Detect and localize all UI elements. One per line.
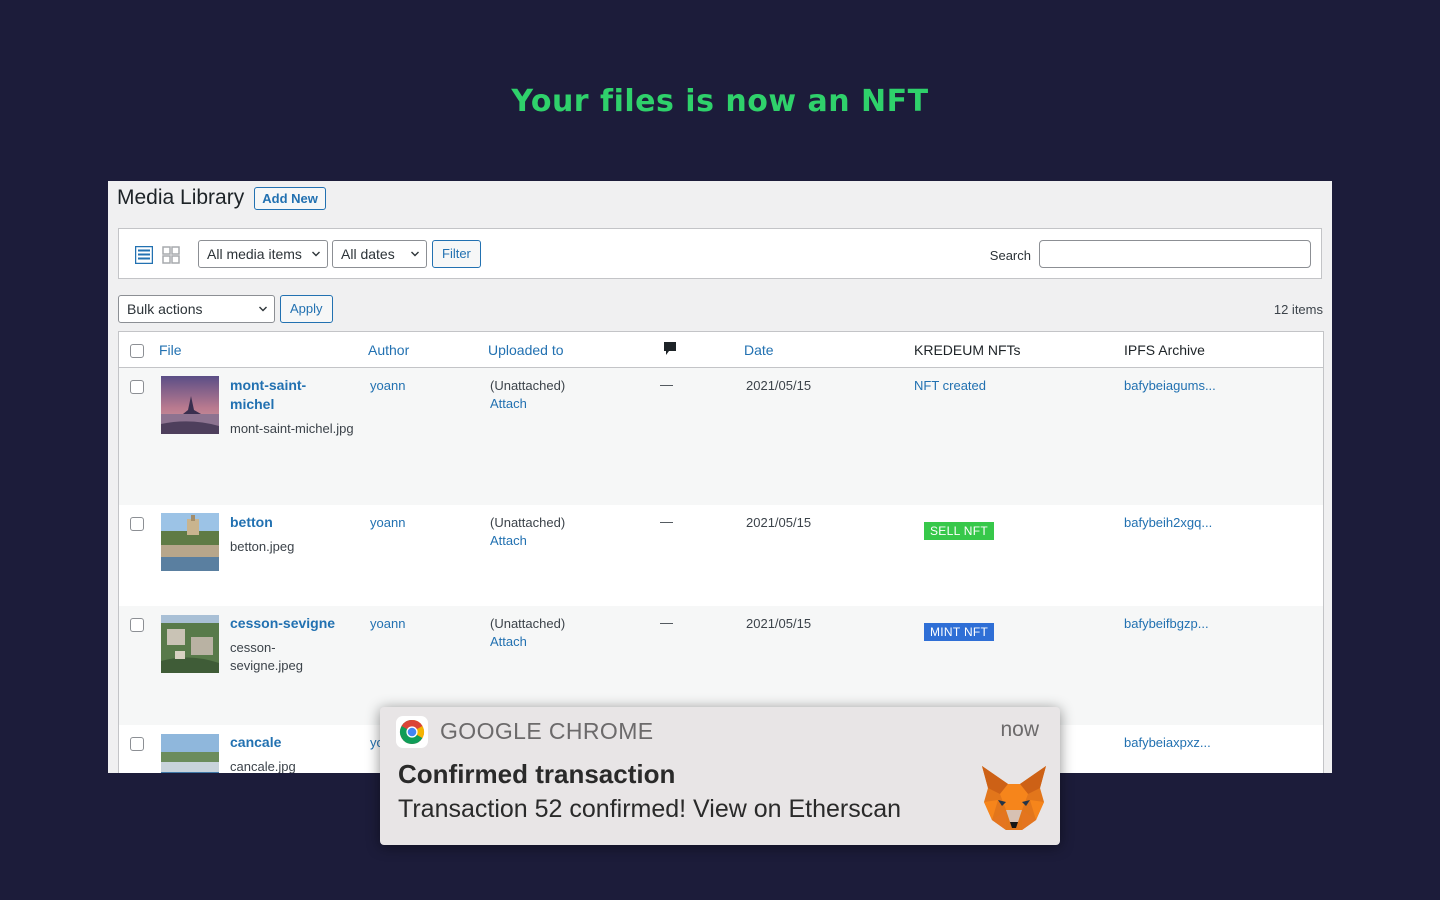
table-header: File Author Uploaded to Date KREDEUM NFT… [119, 332, 1323, 368]
ipfs-link[interactable]: bafybeih2xgq... [1124, 515, 1212, 530]
ipfs-link[interactable]: bafybeiaxpxz... [1124, 735, 1211, 750]
column-kredeum-nfts: KREDEUM NFTs [914, 342, 1021, 358]
comments-count: — [660, 377, 673, 392]
comments-count: — [660, 615, 673, 630]
chevron-down-icon [312, 251, 320, 257]
comment-icon[interactable] [663, 341, 677, 357]
author-link[interactable]: yoann [370, 616, 405, 631]
notification-body: Transaction 52 confirmed! View on Ethers… [398, 795, 902, 823]
nft-created-link[interactable]: NFT created [914, 378, 986, 393]
date-value: 2021/05/15 [746, 515, 812, 530]
notification-title: Confirmed transaction [398, 759, 676, 789]
column-date[interactable]: Date [744, 342, 774, 358]
file-name: mont-saint-michel.jpg [230, 421, 354, 436]
file-title[interactable]: mont-saint- [230, 376, 306, 395]
media-type-select[interactable]: All media items [198, 240, 328, 268]
column-file[interactable]: File [159, 342, 182, 358]
file-title[interactable]: betton [230, 513, 273, 532]
chrome-notification[interactable]: GOOGLE CHROME now Confirmed transaction … [380, 707, 1060, 845]
thumbnail-cancale[interactable] [161, 734, 219, 773]
uploaded-to: (Unattached) [490, 378, 566, 393]
ipfs-link[interactable]: bafybeiagums... [1124, 378, 1216, 393]
attach-link[interactable]: Attach [490, 396, 527, 411]
metamask-fox-icon [982, 766, 1046, 830]
thumbnail-cesson-sevigne[interactable] [161, 615, 219, 673]
title-row: Media Library Add New [117, 186, 326, 210]
comments-count: — [660, 514, 673, 529]
row-checkbox[interactable] [130, 618, 144, 632]
file-title-cont[interactable]: michel [230, 395, 274, 414]
date-value: All dates [341, 246, 395, 262]
notification-time: now [1000, 718, 1039, 741]
column-author[interactable]: Author [368, 342, 409, 358]
date-select[interactable]: All dates [332, 240, 427, 268]
table-row: mont-saint- michel mont-saint-michel.jpg… [119, 368, 1323, 505]
attach-link[interactable]: Attach [490, 533, 527, 548]
file-name: cancale.jpg [230, 759, 296, 773]
search-input[interactable] [1039, 240, 1311, 268]
chevron-down-icon [259, 306, 267, 312]
thumbnail-mont-saint-michel[interactable] [161, 376, 219, 434]
apply-button[interactable]: Apply [280, 295, 333, 323]
file-name-cont: sevigne.jpeg [230, 658, 303, 673]
file-title[interactable]: cancale [230, 733, 281, 752]
search-label: Search [989, 248, 1031, 263]
file-name: cesson- [230, 640, 276, 655]
media-type-value: All media items [207, 246, 302, 262]
filter-button[interactable]: Filter [432, 240, 481, 268]
attach-link[interactable]: Attach [490, 634, 527, 649]
table-row: betton betton.jpeg yoann (Unattached) At… [119, 505, 1323, 606]
page-title: Media Library [117, 186, 245, 209]
date-value: 2021/05/15 [746, 616, 812, 631]
uploaded-to: (Unattached) [490, 515, 566, 530]
ipfs-link[interactable]: bafybeifbgzp... [1124, 616, 1209, 631]
row-checkbox[interactable] [130, 517, 144, 531]
author-link[interactable]: yoann [370, 378, 405, 393]
column-ipfs-archive: IPFS Archive [1124, 342, 1205, 358]
row-checkbox[interactable] [130, 380, 144, 394]
column-uploaded-to[interactable]: Uploaded to [488, 342, 564, 358]
items-count: 12 items [1273, 302, 1323, 317]
bulk-actions-select[interactable]: Bulk actions [118, 295, 275, 323]
select-all-checkbox[interactable] [130, 344, 144, 358]
bulk-actions-value: Bulk actions [127, 301, 203, 317]
chevron-down-icon [411, 251, 419, 257]
media-toolbar: All media items All dates Filter Search [118, 228, 1322, 279]
list-view-icon[interactable] [135, 246, 153, 264]
add-new-button[interactable]: Add New [254, 186, 326, 210]
sell-nft-button[interactable]: SELL NFT [924, 522, 994, 540]
grid-view-icon[interactable] [162, 246, 180, 264]
file-name: betton.jpeg [230, 539, 295, 554]
thumbnail-betton[interactable] [161, 513, 219, 571]
file-title[interactable]: cesson-sevigne [230, 614, 335, 633]
uploaded-to: (Unattached) [490, 616, 566, 631]
notification-app-name: GOOGLE CHROME [440, 718, 654, 744]
date-value: 2021/05/15 [746, 378, 812, 393]
chrome-icon [396, 716, 428, 748]
headline: Your files is now an NFT [511, 84, 929, 119]
author-link[interactable]: yoann [370, 515, 405, 530]
mint-nft-button[interactable]: MINT NFT [924, 623, 995, 641]
row-checkbox[interactable] [130, 737, 144, 751]
media-library-screenshot: Media Library Add New All media items Al… [108, 181, 1332, 773]
